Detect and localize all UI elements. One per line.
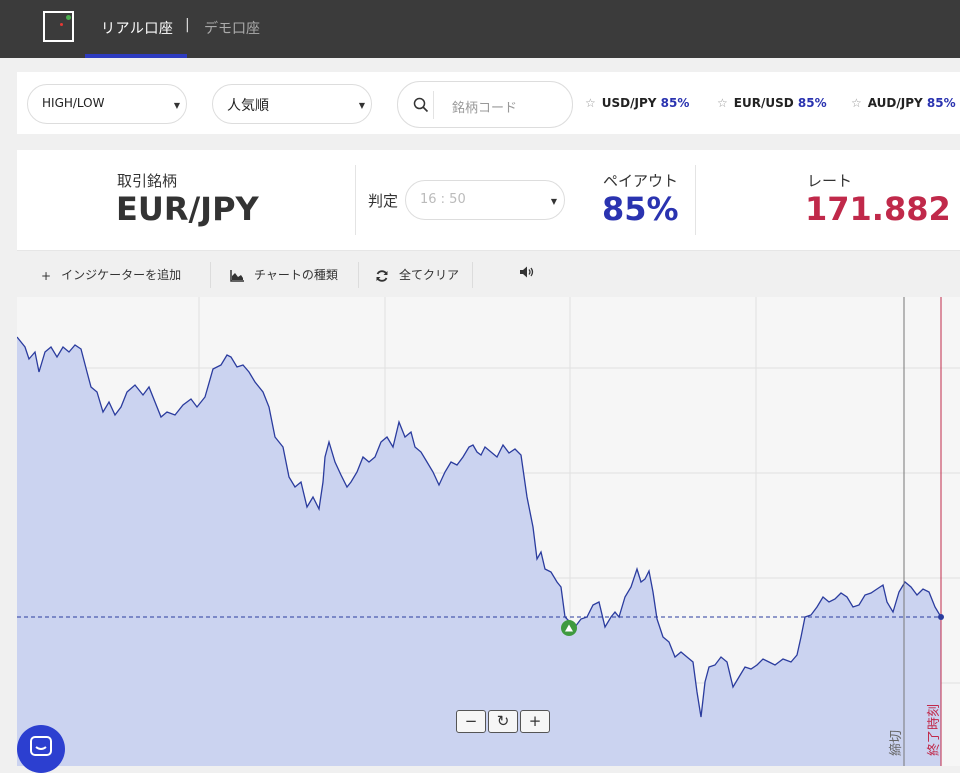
chevron-down-icon: ▼ — [358, 101, 365, 110]
speaker-icon — [520, 266, 534, 278]
zoom-out-button[interactable]: − — [456, 710, 486, 733]
price-chart-canvas[interactable]: 締切 終了時刻 — [17, 297, 960, 766]
divider — [695, 165, 696, 235]
chart-type-label: チャートの種類 — [254, 268, 338, 282]
chart-type-button[interactable]: チャートの種類 — [230, 266, 338, 283]
star-icon[interactable]: ☆ — [585, 96, 596, 110]
chart-toolbar: + インジケーターを追加 チャートの種類 全てクリア — [17, 250, 960, 298]
favorite-pair: USD/JPY — [601, 96, 657, 110]
favorite-pair: AUD/JPY — [867, 96, 923, 110]
zoom-reset-button[interactable]: ↻ — [488, 710, 518, 733]
asset-label: 取引銘柄 — [117, 172, 178, 190]
payout-label: ペイアウト — [603, 172, 679, 190]
logo-red-dot — [60, 23, 63, 26]
entry-marker[interactable] — [561, 620, 577, 636]
favorite-pair: EUR/USD — [733, 96, 794, 110]
chevron-down-icon: ▼ — [173, 101, 180, 110]
toolbar-divider — [358, 262, 359, 288]
end-time-label: 終了時刻 — [926, 704, 942, 756]
tab-real-account[interactable]: リアル口座 — [101, 18, 173, 38]
expiry-label: 判定 — [368, 192, 399, 210]
asset-name: EUR/JPY — [116, 190, 259, 228]
search-box[interactable]: 銘柄コード — [397, 81, 573, 128]
filter-bar: HIGH/LOW ▼ 人気順 ▼ 銘柄コード ☆ USD/JPY 85% ☆ EUR… — [17, 72, 960, 134]
add-indicator-label: インジケーターを追加 — [61, 268, 182, 282]
divider — [355, 165, 356, 235]
price-chart[interactable]: 締切 終了時刻 − ↻ + — [17, 297, 960, 766]
zoom-in-button[interactable]: + — [520, 710, 550, 733]
sound-button[interactable] — [519, 265, 535, 282]
favorite-payout: 85% — [926, 96, 956, 110]
deadline-label: 締切 — [888, 730, 904, 756]
favorite-eurusd[interactable]: ☆ EUR/USD 85% — [717, 96, 827, 110]
trade-type-value: HIGH/LOW — [42, 96, 105, 110]
current-price-dot — [938, 614, 944, 620]
payout-value: 85% — [602, 190, 679, 228]
active-tab-indicator — [85, 54, 187, 58]
star-icon[interactable]: ☆ — [717, 96, 728, 110]
asset-panel: 取引銘柄 EUR/JPY 判定 16 : 50 ▼ ペイアウト 85% レート … — [17, 150, 960, 250]
plus-icon: + — [41, 268, 52, 283]
top-nav: リアル口座 | デモ口座 — [0, 0, 960, 58]
favorite-audjpy[interactable]: ☆ AUD/JPY 85% — [851, 96, 956, 110]
sort-select[interactable]: 人気順 ▼ — [212, 84, 372, 124]
price-area-fill — [17, 337, 941, 766]
chevron-down-icon: ▼ — [550, 197, 557, 206]
favorite-payout: 85% — [660, 96, 690, 110]
expiry-value: 16 : 50 — [420, 192, 466, 207]
clear-all-button[interactable]: 全てクリア — [375, 266, 459, 283]
chat-icon — [30, 736, 52, 756]
star-icon[interactable]: ☆ — [851, 96, 862, 110]
tab-demo-account[interactable]: デモ口座 — [204, 18, 260, 38]
area-chart-icon — [230, 269, 244, 282]
search-input[interactable]: 銘柄コード — [452, 97, 517, 116]
logo[interactable] — [43, 11, 74, 42]
logo-green-dot — [66, 15, 71, 20]
trade-type-select[interactable]: HIGH/LOW ▼ — [27, 84, 187, 124]
toolbar-divider — [472, 262, 473, 288]
search-icon — [413, 97, 429, 113]
clear-all-label: 全てクリア — [399, 268, 460, 282]
toolbar-divider — [210, 262, 211, 288]
favorite-usdjpy[interactable]: ☆ USD/JPY 85% — [585, 96, 689, 110]
sort-value: 人気順 — [227, 98, 269, 114]
expiry-select[interactable]: 16 : 50 ▼ — [405, 180, 565, 220]
add-indicator-button[interactable]: + インジケーターを追加 — [41, 266, 181, 283]
rate-label: レート — [807, 172, 853, 190]
search-divider — [433, 91, 434, 119]
refresh-icon — [376, 269, 388, 282]
favorite-payout: 85% — [797, 96, 827, 110]
tab-separator: | — [185, 17, 190, 33]
rate-value: 171.882 — [805, 190, 951, 228]
